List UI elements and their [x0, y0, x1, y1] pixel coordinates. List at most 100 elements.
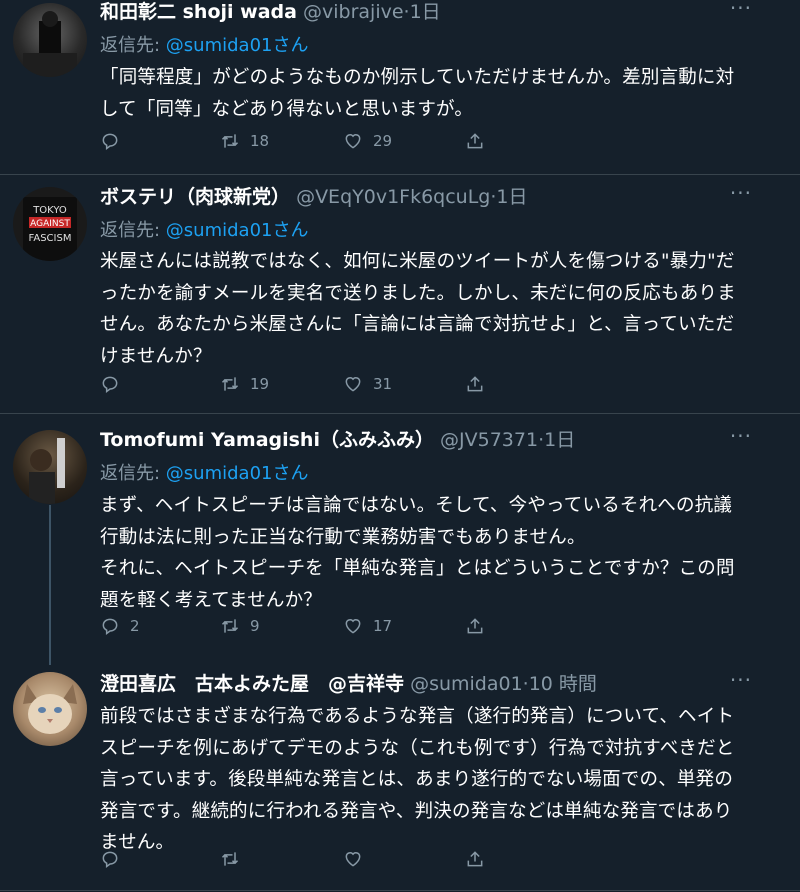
retweet-count: 19 [250, 375, 270, 393]
reply-button[interactable]: 2 [100, 614, 140, 638]
tweet-header: Tomofumi Yamagishi（ふみふみ） @JV57371·1日 [100, 428, 575, 452]
more-options-icon[interactable]: ··· [730, 0, 752, 20]
more-options-icon[interactable]: ··· [730, 181, 752, 205]
timestamp[interactable]: ·1日 [538, 429, 575, 451]
handle[interactable]: @vibrajive [303, 1, 404, 23]
share-button[interactable] [465, 614, 485, 638]
timestamp[interactable]: ·1日 [404, 1, 441, 23]
more-options-icon[interactable]: ··· [730, 424, 752, 448]
reply-to: 返信先: @sumida01さん [100, 462, 308, 486]
display-name[interactable]: 澄田喜広 古本よみた屋 @吉祥寺 [100, 673, 404, 695]
reply-mention-link[interactable]: @sumida01さん [166, 220, 309, 241]
reply-to-label: 返信先: [100, 220, 166, 241]
svg-text:TOKYO: TOKYO [32, 205, 67, 216]
tweet-text: 前段ではさまざまな行為であるような発言（遂行的発言）について、ヘイト スピーチを… [100, 701, 760, 859]
reply-icon [102, 851, 118, 868]
avatar[interactable] [13, 430, 87, 504]
avatar[interactable] [13, 672, 87, 746]
like-button[interactable]: 29 [343, 129, 392, 153]
tweet-text-line: けませんか？ [100, 345, 212, 367]
tweet-header: 和田彰二 shoji wada @vibrajive·1日 [100, 0, 441, 24]
tweet-header: 澄田喜広 古本よみた屋 @吉祥寺 @sumida01·10 時間 [100, 672, 597, 696]
heart-icon [345, 852, 361, 867]
retweet-button[interactable]: 19 [220, 372, 269, 396]
tweet-4[interactable]: 澄田喜広 古本よみた屋 @吉祥寺 @sumida01·10 時間 ··· 前段で… [0, 668, 800, 882]
retweet-button[interactable]: 9 [220, 614, 260, 638]
tweet-actions: 2 9 17 [100, 614, 500, 638]
more-options-icon[interactable]: ··· [730, 668, 752, 692]
like-button[interactable] [343, 847, 373, 871]
retweet-count: 18 [250, 132, 270, 150]
display-name[interactable]: 和田彰二 shoji wada [100, 1, 297, 23]
tweet-text-line: 行動は法に則った正当な行動で業務妨害でもありません。 [100, 526, 586, 548]
share-button[interactable] [465, 129, 485, 153]
handle[interactable]: @JV57371 [440, 429, 538, 451]
retweet-icon [221, 377, 239, 391]
like-count: 31 [373, 375, 393, 393]
reply-to: 返信先: @sumida01さん [100, 34, 308, 58]
avatar[interactable]: TOKYO AGAINST FASCISM [13, 187, 87, 261]
share-icon [467, 618, 483, 634]
reply-to-label: 返信先: [100, 35, 166, 56]
retweet-button[interactable]: 18 [220, 129, 269, 153]
tweet-text-line: 米屋さんには説教ではなく、如何に米屋のツイートが人を傷つける"暴力"だ [100, 251, 735, 272]
tweet-text-line: して「同等」などあり得ないと思いますが。 [100, 98, 474, 120]
like-button[interactable]: 31 [343, 372, 392, 396]
tweet-text-line: せん。あなたから米屋さんに「言論には言論で対抗せよ」と、言っていただ [100, 314, 735, 335]
tweet-text-line: ったかを諭すメールを実名で送りました。しかし、未だに何の反応もありま [100, 282, 736, 304]
tweet-text: 「同等程度」がどのようなものか例示していただけませんか。差別言動に対 して「同等… [100, 62, 760, 125]
tweet-text-line: 「同等程度」がどのようなものか例示していただけませんか。差別言動に対 [100, 67, 735, 88]
reply-mention-link[interactable]: @sumida01さん [166, 35, 309, 56]
reply-icon [102, 618, 118, 635]
svg-text:FASCISM: FASCISM [29, 233, 72, 244]
share-icon [467, 376, 483, 392]
tweet-text-line: 前段ではさまざまな行為であるような発言（遂行的発言）について、ヘイト [100, 706, 735, 727]
tweet-text-line: 題を軽く考えてませんか？ [100, 589, 322, 611]
tweet-1[interactable]: 和田彰二 shoji wada @vibrajive·1日 ··· 返信先: @… [0, 0, 800, 172]
svg-text:AGAINST: AGAINST [30, 219, 70, 229]
reply-button[interactable] [100, 372, 130, 396]
display-name[interactable]: ボステリ（肉球新党） [100, 186, 290, 208]
reply-to: 返信先: @sumida01さん [100, 219, 308, 243]
tweet-2[interactable]: TOKYO AGAINST FASCISM ボステリ（肉球新党） @VEqY0v1F… [0, 181, 800, 410]
heart-icon [345, 377, 361, 392]
heart-icon [345, 619, 361, 634]
retweet-button[interactable] [220, 847, 250, 871]
like-count: 17 [373, 617, 393, 635]
retweet-icon [221, 134, 239, 148]
heart-icon [345, 134, 361, 149]
retweet-count: 9 [250, 617, 260, 635]
tweet-text: まず、ヘイトスピーチは言論ではない。そして、今やっているそれへの抗議 行動は法に… [100, 490, 760, 616]
like-button[interactable]: 17 [343, 614, 392, 638]
tweet-3[interactable]: Tomofumi Yamagishi（ふみふみ） @JV57371·1日 ···… [0, 424, 800, 658]
divider [0, 174, 800, 175]
share-button[interactable] [465, 372, 485, 396]
divider [0, 890, 800, 891]
like-count: 29 [373, 132, 393, 150]
retweet-icon [221, 619, 239, 633]
reply-button[interactable] [100, 847, 130, 871]
share-button[interactable] [465, 847, 485, 871]
reply-icon [102, 133, 118, 150]
tweet-text-line: まず、ヘイトスピーチは言論ではない。そして、今やっているそれへの抗議 [100, 495, 733, 516]
tweet-text-line: 発言です。継続的に行われる発言や、判決の発言などは単純な発言ではあり [100, 800, 733, 822]
reply-icon [102, 376, 118, 393]
reply-count: 2 [130, 617, 140, 635]
tweet-text-line: それに、ヘイトスピーチを「単純な発言」とはどういうことですか？この問 [100, 558, 735, 579]
handle[interactable]: @VEqY0v1Fk6qcuLg [296, 186, 490, 208]
reply-button[interactable] [100, 129, 130, 153]
handle[interactable]: @sumida01 [410, 673, 523, 695]
timestamp[interactable]: ·10 時間 [523, 673, 597, 695]
reply-mention-link[interactable]: @sumida01さん [166, 463, 309, 484]
avatar[interactable] [13, 3, 87, 77]
share-icon [467, 133, 483, 149]
tweet-text-line: 言っています。後段単純な発言とは、あまり遂行的でない場面での、単発の [100, 769, 734, 790]
tweet-text-line: スピーチを例にあげてデモのような（これも例です）行為で対抗すべきだと [100, 737, 735, 759]
tweet-actions: 19 31 [100, 372, 500, 396]
divider [0, 413, 800, 414]
display-name[interactable]: Tomofumi Yamagishi（ふみふみ） [100, 429, 434, 451]
tweet-actions: 18 29 [100, 129, 500, 153]
share-icon [467, 851, 483, 867]
timestamp[interactable]: ·1日 [490, 186, 527, 208]
reply-to-label: 返信先: [100, 463, 166, 484]
